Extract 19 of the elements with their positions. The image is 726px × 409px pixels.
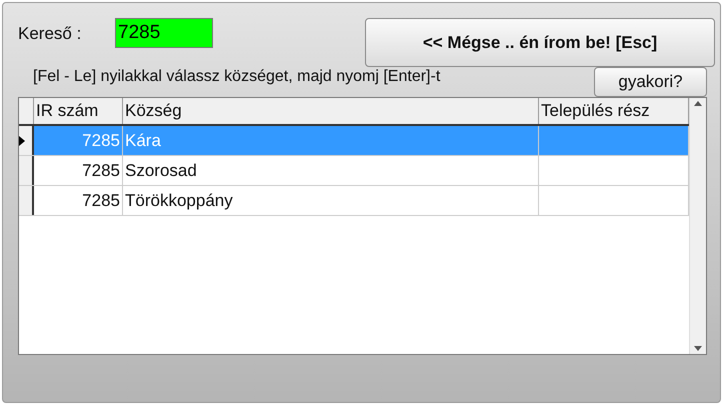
scrollbar[interactable] — [689, 98, 706, 354]
table-cell-text: Szorosad — [125, 160, 197, 182]
table-cell-text: Törökkoppány — [125, 190, 233, 212]
search-field[interactable]: 7285 — [115, 18, 213, 48]
scroll-up-icon[interactable] — [694, 101, 702, 106]
table-row[interactable]: 7285 Szorosad — [19, 156, 689, 186]
table-cell-text: 7285 — [82, 190, 120, 212]
table-cell-text: Kára — [125, 130, 161, 152]
search-label: Kereső : — [18, 23, 82, 45]
table-cell-text: 7285 — [82, 130, 120, 152]
scroll-down-icon[interactable] — [694, 346, 702, 351]
table-row[interactable]: 7285 Törökkoppány — [19, 186, 689, 216]
current-row-icon — [19, 136, 25, 146]
column-header[interactable]: Község — [123, 98, 539, 124]
cancel-button[interactable]: << Mégse .. én írom be! [Esc] — [365, 18, 715, 67]
frequent-button[interactable]: gyakori? — [594, 67, 707, 97]
table-cell-text: 7285 — [82, 160, 120, 182]
column-header[interactable]: IR szám — [34, 98, 123, 124]
instruction-text: [Fel - Le] nyilakkal válassz községet, majd nyomj [Enter]-t — [33, 67, 440, 87]
